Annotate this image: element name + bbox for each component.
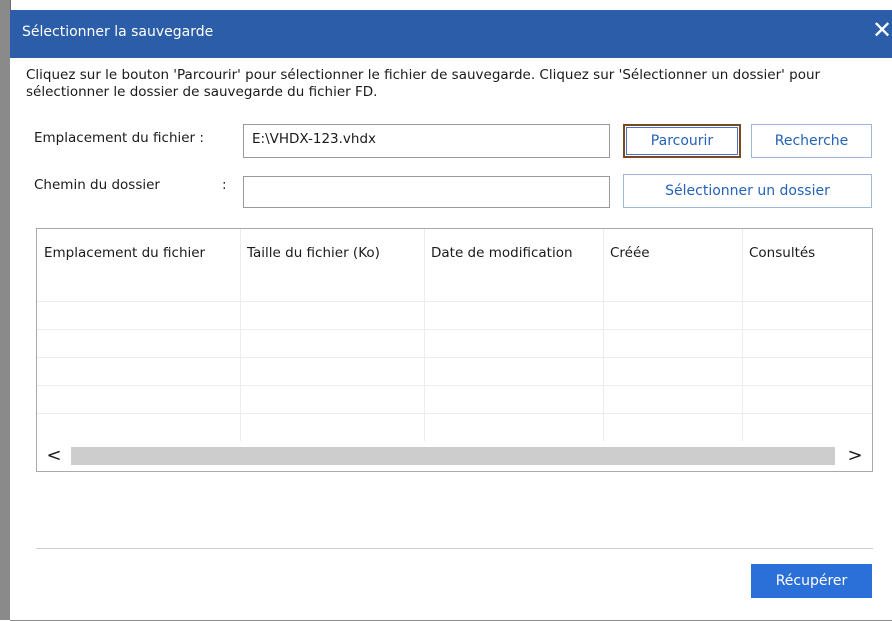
chevron-left-icon[interactable]: < [39,441,69,471]
footer-divider [36,548,873,549]
close-icon[interactable]: ✕ [872,18,892,46]
column-header-file-size[interactable]: Taille du fichier (Ko) [240,229,424,281]
column-header-created[interactable]: Créée [603,229,742,281]
folder-path-colon: : [222,177,227,193]
table-row[interactable] [37,330,872,358]
table-row[interactable] [37,358,872,386]
chevron-right-icon[interactable]: > [840,441,870,471]
table-row[interactable] [37,302,872,330]
instructions-text: Cliquez sur le bouton 'Parcourir' pour s… [26,67,821,100]
search-button[interactable]: Recherche [751,124,872,158]
column-header-file-location[interactable]: Emplacement du fichier [37,229,240,281]
select-folder-button[interactable]: Sélectionner un dossier [623,174,872,208]
table-row[interactable] [37,386,872,414]
scrollbar-thumb[interactable] [71,447,835,465]
horizontal-scrollbar[interactable]: < > [37,441,872,471]
table-header: Emplacement du fichier Taille du fichier… [37,229,872,281]
title-bar: Sélectionner la sauvegarde ✕ [10,10,892,58]
table-row[interactable] [37,414,872,442]
browse-button[interactable]: Parcourir [623,124,741,158]
folder-path-label: Chemin du dossier [34,177,160,193]
backup-files-table: Emplacement du fichier Taille du fichier… [36,228,873,472]
folder-path-input[interactable] [243,176,610,208]
recover-button[interactable]: Récupérer [751,564,872,598]
column-header-accessed[interactable]: Consultés [742,229,872,281]
column-header-modified-date[interactable]: Date de modification [424,229,603,281]
file-location-input[interactable]: E:\VHDX-123.vhdx [243,124,610,158]
window-title: Sélectionner la sauvegarde [22,24,214,40]
file-location-label: Emplacement du fichier : [34,130,204,146]
